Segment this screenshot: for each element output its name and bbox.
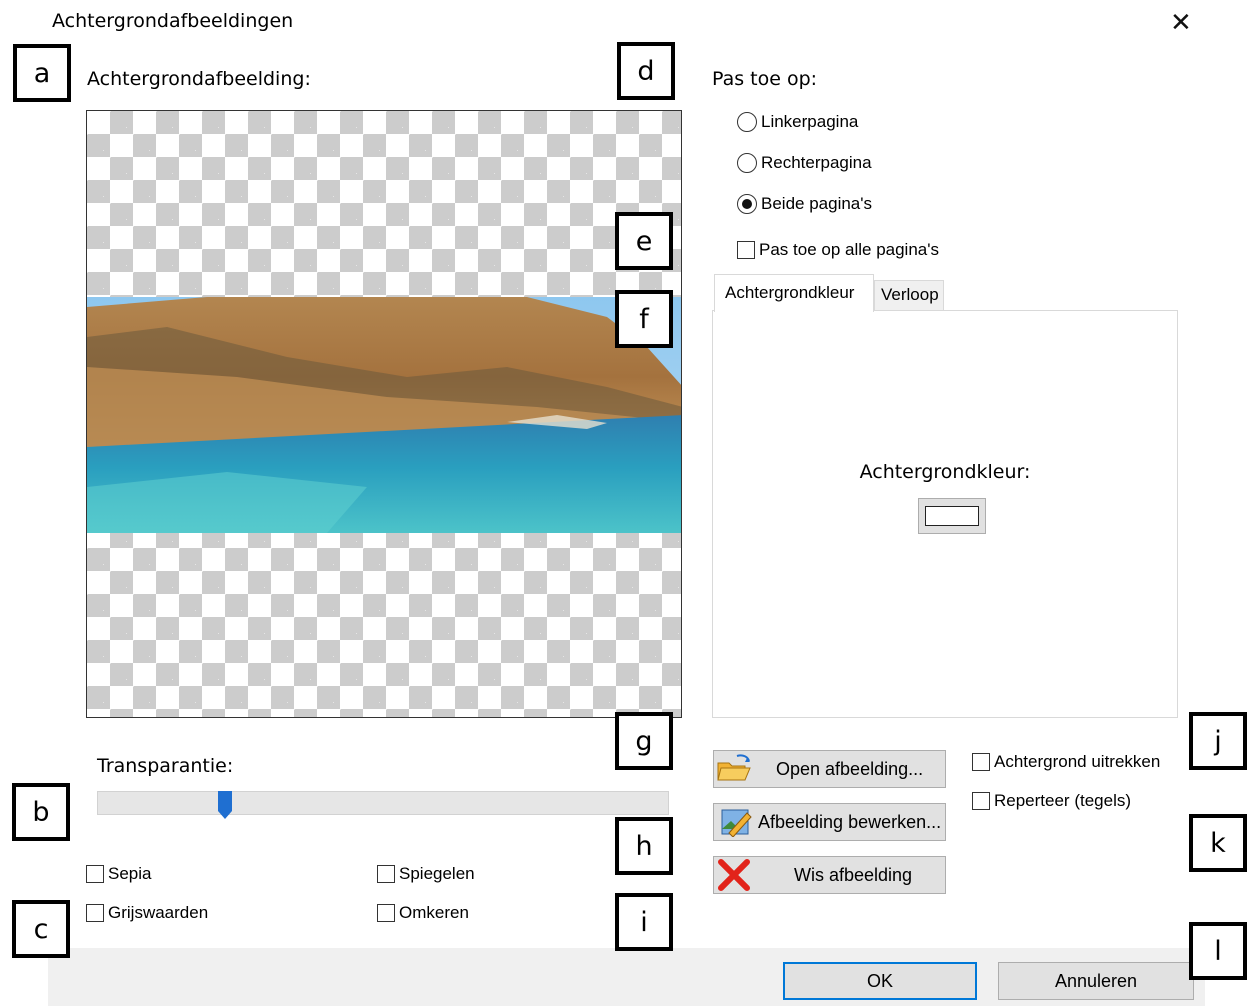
delete-x-icon (714, 859, 754, 891)
background-color-button[interactable] (918, 498, 986, 534)
color-swatch (925, 506, 979, 526)
open-image-button[interactable]: Open afbeelding... (713, 750, 946, 788)
checkbox-box[interactable] (972, 753, 990, 771)
radio-both-pages-label: Beide pagina's (761, 194, 872, 213)
marker-j: j (1189, 712, 1247, 770)
radio-both-pages[interactable]: Beide pagina's (737, 194, 872, 214)
marker-c: c (12, 900, 70, 958)
cancel-button[interactable]: Annuleren (998, 962, 1194, 1000)
checkbox-box[interactable] (86, 904, 104, 922)
close-icon[interactable]: ✕ (1170, 8, 1192, 38)
transparency-slider-thumb[interactable] (218, 791, 232, 819)
stretch-background-checkbox[interactable]: Achtergrond uitrekken (972, 752, 1160, 772)
background-photo (87, 297, 681, 533)
marker-g: g (615, 712, 673, 770)
tab-background-color[interactable]: Achtergrondkleur (714, 274, 874, 312)
preview-label: Achtergrondafbeelding: (87, 68, 311, 90)
edit-image-button[interactable]: Afbeelding bewerken... (713, 803, 946, 841)
checkbox-box[interactable] (972, 792, 990, 810)
checkbox-box[interactable] (737, 241, 755, 259)
ok-button[interactable]: OK (783, 962, 977, 1000)
marker-b: b (12, 783, 70, 841)
marker-e: e (615, 212, 673, 270)
checkbox-box[interactable] (86, 865, 104, 883)
window-title: Achtergrondafbeeldingen (52, 10, 294, 32)
radio-right-page-label: Rechterpagina (761, 153, 872, 172)
tile-label: Reperteer (tegels) (994, 791, 1132, 810)
sepia-checkbox[interactable]: Sepia (86, 864, 151, 884)
edit-image-label: Afbeelding bewerken... (758, 811, 942, 832)
apply-all-pages-label: Pas toe op alle pagina's (759, 240, 939, 259)
mirror-checkbox[interactable]: Spiegelen (377, 864, 475, 884)
apply-all-pages-checkbox[interactable]: Pas toe op alle pagina's (737, 240, 939, 260)
marker-l: l (1189, 922, 1247, 980)
radio-right-page[interactable]: Rechterpagina (737, 153, 872, 173)
stretch-background-label: Achtergrond uitrekken (994, 752, 1161, 771)
marker-a: a (13, 44, 71, 102)
marker-i: i (615, 893, 673, 951)
invert-checkbox[interactable]: Omkeren (377, 903, 469, 923)
radio-circle[interactable] (737, 153, 757, 173)
tab-gradient[interactable]: Verloop (874, 280, 944, 310)
marker-k: k (1189, 814, 1247, 872)
tab-panel-background-color: Achtergrondkleur: (712, 310, 1178, 718)
radio-left-page[interactable]: Linkerpagina (737, 112, 858, 132)
transparency-label: Transparantie: (97, 755, 234, 777)
grayscale-checkbox[interactable]: Grijswaarden (86, 903, 208, 923)
checkbox-box[interactable] (377, 904, 395, 922)
clear-image-button[interactable]: Wis afbeelding (713, 856, 946, 894)
marker-h: h (615, 817, 673, 875)
radio-circle-selected[interactable] (737, 194, 757, 214)
clear-image-label: Wis afbeelding (794, 864, 913, 885)
grayscale-label: Grijswaarden (108, 903, 209, 922)
radio-circle[interactable] (737, 112, 757, 132)
background-color-label: Achtergrondkleur: (859, 461, 1031, 483)
apply-to-label: Pas toe op: (712, 68, 818, 90)
checkbox-box[interactable] (377, 865, 395, 883)
edit-image-icon (714, 806, 758, 838)
invert-label: Omkeren (399, 903, 469, 922)
background-image-preview (86, 110, 682, 718)
sepia-label: Sepia (108, 864, 152, 883)
folder-open-icon (714, 753, 754, 785)
mirror-label: Spiegelen (399, 864, 475, 883)
open-image-label: Open afbeelding... (776, 758, 924, 779)
marker-d: d (617, 42, 675, 100)
radio-left-page-label: Linkerpagina (761, 112, 859, 131)
tile-checkbox[interactable]: Reperteer (tegels) (972, 791, 1131, 811)
transparency-slider[interactable] (97, 791, 669, 815)
marker-f: f (615, 290, 673, 348)
